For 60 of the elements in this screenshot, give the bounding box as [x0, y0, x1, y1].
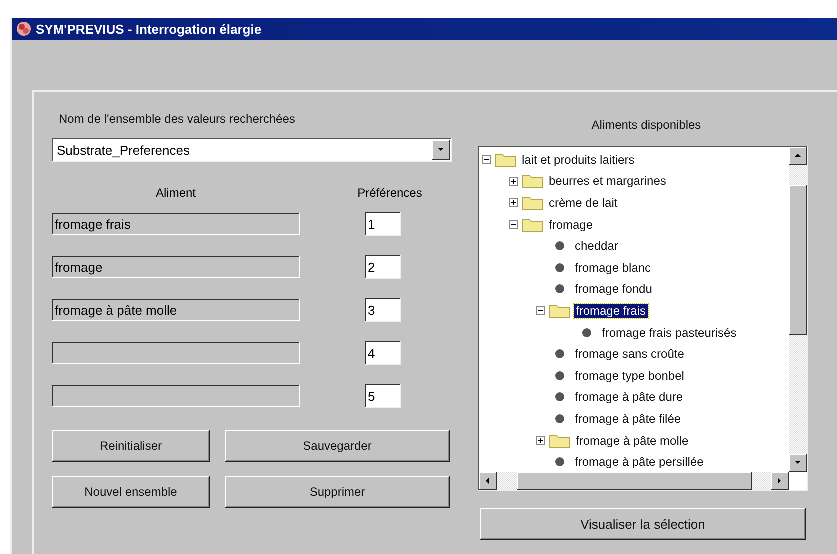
tree-item[interactable]: fromage type bonbel [573, 368, 686, 383]
food-field[interactable]: fromage frais [52, 213, 300, 235]
folder-icon [522, 173, 544, 190]
minus-box-icon[interactable] [536, 306, 545, 316]
folder-icon [495, 152, 517, 168]
bullet-icon [555, 284, 565, 294]
bullet-icon [555, 370, 565, 381]
bullet-icon [555, 392, 565, 402]
food-field[interactable]: fromage à pâte molle [52, 299, 300, 321]
tree-item[interactable]: fromage frais [574, 304, 648, 318]
action-button[interactable]: Reinitialiser [52, 430, 210, 462]
bullet-icon [555, 349, 565, 360]
bullet-icon [555, 414, 565, 424]
window-title: SYM'PREVIUS - Interrogation élargie [36, 22, 262, 36]
bullet-icon [555, 457, 565, 468]
preference-field[interactable]: 1 [365, 212, 401, 236]
column-header: Préférences [356, 186, 424, 200]
action-button[interactable]: Sauvegarder [225, 430, 450, 462]
app-icon [16, 21, 32, 37]
folder-icon [549, 302, 571, 319]
plus-box-icon[interactable] [536, 436, 545, 446]
tree-item[interactable]: fromage fondu [573, 282, 654, 296]
set-name-label: Nom de l'ensemble des valeurs recherchées [59, 112, 296, 126]
tree-item[interactable]: cheddar [573, 239, 620, 254]
minus-box-icon[interactable] [482, 155, 491, 164]
bullet-icon [555, 241, 565, 252]
folder-icon [549, 432, 571, 449]
minus-box-icon[interactable] [509, 220, 518, 230]
tree-item[interactable]: fromage sans croûte [573, 347, 686, 362]
tree-item[interactable]: fromage à pâte filée [573, 412, 684, 426]
tree-item[interactable]: crème de lait [547, 196, 620, 210]
tree-item[interactable]: fromage à pâte dure [573, 390, 686, 404]
tree-item[interactable]: fromage frais pasteurisés [600, 326, 739, 340]
action-button[interactable]: Supprimer [225, 476, 450, 508]
food-field[interactable] [52, 385, 300, 407]
column-header: Aliment [154, 186, 197, 200]
view-selection-button[interactable]: Visualiser la sélection [480, 508, 806, 540]
folder-icon [522, 194, 544, 211]
tree-item[interactable]: fromage à pâte molle [574, 434, 691, 448]
preference-field[interactable]: 2 [365, 255, 401, 279]
horizontal-scrollbar[interactable] [479, 472, 789, 490]
tree-item[interactable]: fromage [547, 218, 596, 232]
folder-icon [522, 216, 544, 233]
bullet-icon [555, 262, 565, 273]
vertical-scrollbar[interactable] [789, 147, 807, 472]
plus-box-icon[interactable] [509, 176, 518, 186]
set-name-dropdown[interactable]: Substrate_Preferences [52, 138, 452, 162]
tree-item[interactable]: lait et produits laitiers [520, 152, 637, 167]
plus-box-icon[interactable] [509, 198, 518, 208]
food-field[interactable]: fromage [52, 256, 300, 278]
bullet-icon [582, 328, 592, 338]
tree-item[interactable]: fromage blanc [573, 260, 654, 275]
tree-item[interactable]: fromage à pâte persillée [573, 455, 706, 470]
action-button[interactable]: Nouvel ensemble [52, 476, 210, 508]
tree-title: Aliments disponibles [592, 118, 702, 132]
food-field[interactable] [52, 342, 300, 364]
preference-field[interactable]: 4 [365, 341, 401, 365]
preference-field[interactable]: 3 [365, 298, 401, 322]
preference-field[interactable]: 5 [365, 384, 401, 408]
tree-item[interactable]: beurres et margarines [547, 174, 668, 188]
